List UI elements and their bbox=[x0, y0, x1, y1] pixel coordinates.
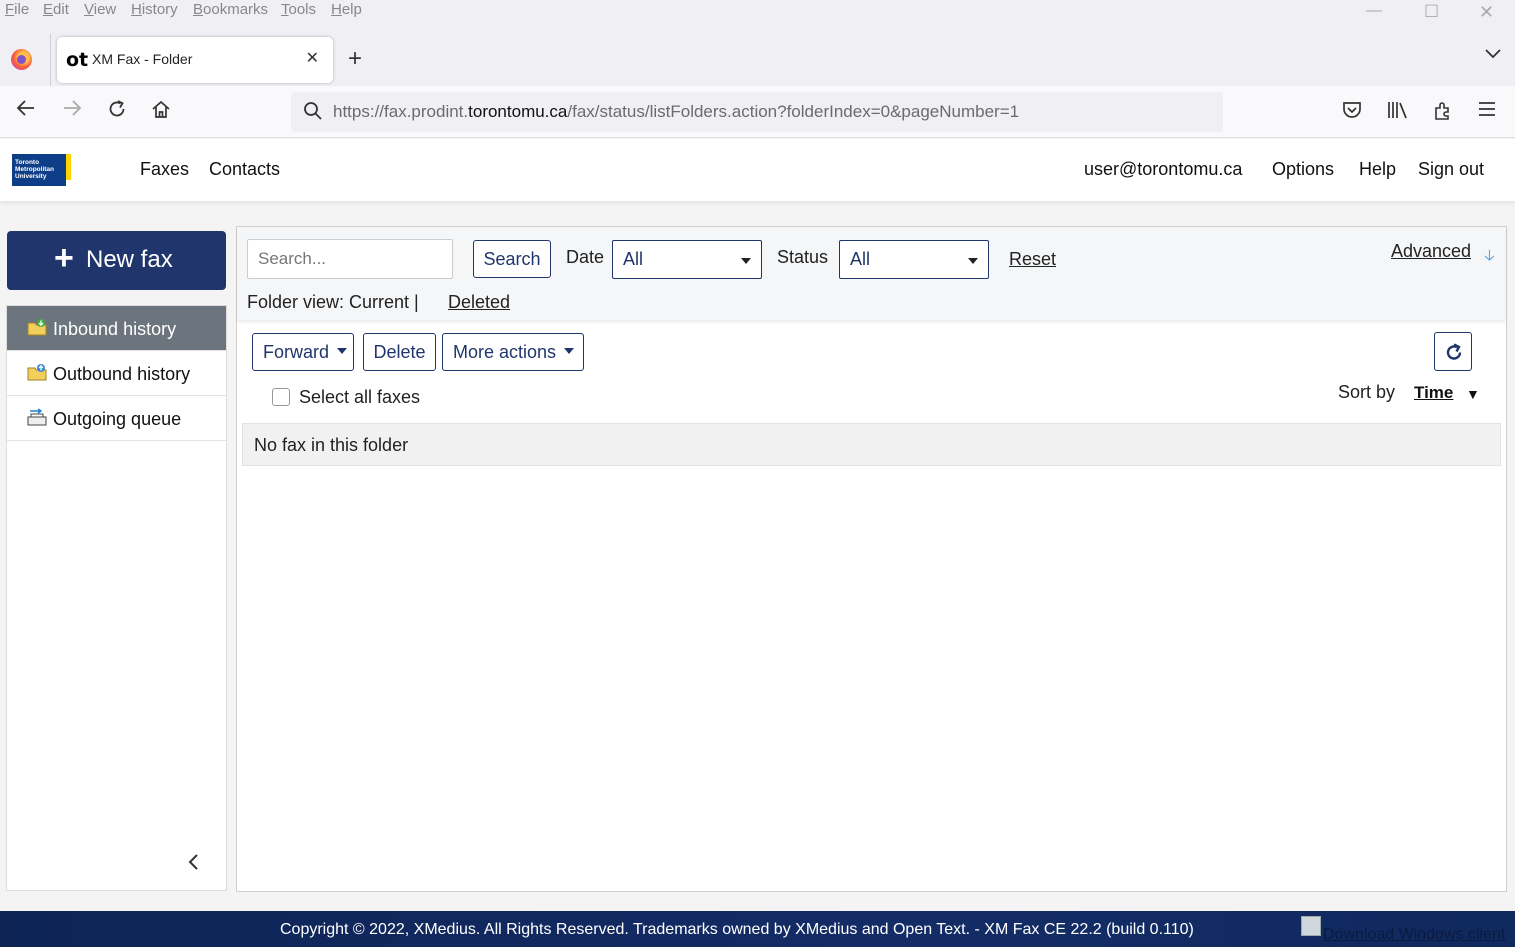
dropdown-caret-icon bbox=[968, 258, 978, 264]
tab-separator bbox=[50, 34, 51, 86]
dropdown-caret-icon bbox=[741, 258, 751, 264]
status-label: Status bbox=[777, 247, 829, 267]
close-window-icon[interactable]: ✕ bbox=[1479, 2, 1494, 23]
reset-link[interactable]: Reset bbox=[1009, 249, 1056, 270]
app-header: Toronto Metropolitan University Faxes Co… bbox=[0, 139, 1515, 201]
refresh-button[interactable] bbox=[1434, 332, 1472, 371]
firefox-icon[interactable] bbox=[11, 49, 32, 70]
footer: Copyright © 2022, XMedius. All Rights Re… bbox=[0, 911, 1515, 947]
pocket-icon[interactable] bbox=[1342, 101, 1362, 125]
menu-file[interactable]: File bbox=[5, 1, 29, 18]
copyright-text: Copyright © 2022, XMedius. All Rights Re… bbox=[280, 921, 1194, 938]
navigation-bar: https://fax.prodint.torontomu.ca/fax/sta… bbox=[0, 86, 1515, 138]
nav-faxes[interactable]: Faxes bbox=[140, 159, 189, 180]
folder-view-label: Folder view: Current | bbox=[247, 292, 419, 312]
extensions-icon[interactable] bbox=[1433, 101, 1453, 126]
tab-close-icon[interactable]: ✕ bbox=[306, 48, 319, 68]
empty-list-message: No fax in this folder bbox=[242, 423, 1501, 466]
tab-favicon-icon: ot bbox=[66, 49, 89, 71]
menu-view[interactable]: View bbox=[84, 1, 116, 18]
date-select[interactable]: All bbox=[612, 240, 762, 279]
sort-key-link[interactable]: Time bbox=[1414, 383, 1453, 403]
forward-button[interactable]: Forward bbox=[252, 333, 354, 371]
date-label: Date bbox=[566, 247, 605, 267]
more-actions-button[interactable]: More actions bbox=[442, 333, 584, 371]
menu-bookmarks[interactable]: Bookmarks bbox=[193, 1, 268, 18]
menu-history[interactable]: History bbox=[131, 1, 178, 18]
menu-bar: File Edit View History Bookmarks Tools H… bbox=[0, 0, 1515, 22]
queue-icon bbox=[27, 408, 47, 426]
dropdown-caret-icon bbox=[337, 348, 348, 355]
refresh-icon bbox=[1446, 343, 1462, 360]
advanced-link[interactable]: Advanced bbox=[1391, 241, 1471, 262]
sort-by-label: Sort by bbox=[1338, 382, 1396, 402]
folder-sidebar: Inbound history Outbound history Outgoin… bbox=[6, 305, 227, 891]
user-account-link[interactable]: user@torontomu.ca bbox=[1084, 159, 1242, 180]
active-tab[interactable]: ot XM Fax - Folder ✕ bbox=[57, 37, 333, 83]
tab-bar: ot XM Fax - Folder ✕ + bbox=[0, 22, 1515, 86]
nav-options[interactable]: Options bbox=[1272, 159, 1334, 180]
new-tab-icon[interactable]: + bbox=[348, 47, 362, 71]
folder-outbound-icon bbox=[27, 363, 47, 381]
fax-list-panel: Search Date All Status All Reset Advance… bbox=[236, 226, 1507, 892]
maximize-icon[interactable]: ☐ bbox=[1424, 2, 1439, 22]
sidebar-item-inbound-history[interactable]: Inbound history bbox=[7, 306, 226, 351]
url-text: https://fax.prodint.torontomu.ca/fax/sta… bbox=[333, 102, 1020, 121]
filter-bar: Search Date All Status All Reset Advance… bbox=[237, 227, 1506, 320]
folder-inbound-icon bbox=[27, 318, 47, 336]
library-icon[interactable] bbox=[1387, 101, 1409, 124]
url-bar[interactable]: https://fax.prodint.torontomu.ca/fax/sta… bbox=[291, 92, 1223, 132]
menu-tools[interactable]: Tools bbox=[281, 1, 316, 18]
new-fax-button[interactable]: + New fax bbox=[7, 231, 226, 290]
chevron-down-icon[interactable] bbox=[1485, 46, 1501, 64]
status-select[interactable]: All bbox=[839, 240, 989, 279]
sidebar-item-outgoing-queue[interactable]: Outgoing queue bbox=[7, 396, 226, 441]
sort-direction-icon[interactable]: ▼ bbox=[1466, 386, 1480, 402]
menu-edit[interactable]: Edit bbox=[43, 1, 69, 18]
back-icon[interactable] bbox=[16, 99, 36, 123]
search-input[interactable] bbox=[247, 239, 453, 279]
sidebar-item-outbound-history[interactable]: Outbound history bbox=[7, 351, 226, 396]
select-all-label: Select all faxes bbox=[299, 387, 421, 407]
home-icon[interactable] bbox=[151, 99, 171, 125]
plus-icon: + bbox=[54, 239, 74, 277]
university-logo[interactable]: Toronto Metropolitan University bbox=[12, 154, 71, 186]
collapse-sidebar-icon[interactable] bbox=[187, 851, 199, 877]
select-all-checkbox[interactable] bbox=[272, 388, 290, 406]
menu-help[interactable]: Help bbox=[331, 1, 362, 18]
windows-client-icon[interactable] bbox=[1301, 916, 1321, 936]
arrow-down-icon: 🡣 bbox=[1484, 247, 1495, 264]
sign-out-link[interactable]: Sign out bbox=[1418, 159, 1484, 180]
reload-icon[interactable] bbox=[107, 99, 127, 125]
search-button[interactable]: Search bbox=[473, 240, 551, 278]
new-fax-label: New fax bbox=[86, 246, 173, 273]
search-icon bbox=[303, 101, 323, 126]
nav-help[interactable]: Help bbox=[1359, 159, 1396, 180]
deleted-folder-link[interactable]: Deleted bbox=[448, 292, 510, 313]
dropdown-caret-icon bbox=[564, 348, 575, 355]
forward-icon[interactable] bbox=[62, 99, 82, 123]
tab-title: XM Fax - Folder bbox=[92, 51, 193, 67]
download-windows-client-link[interactable]: Download Windows client bbox=[1323, 926, 1505, 944]
nav-contacts[interactable]: Contacts bbox=[209, 159, 280, 180]
delete-button[interactable]: Delete bbox=[363, 333, 436, 371]
hamburger-menu-icon[interactable] bbox=[1478, 101, 1496, 122]
minimize-icon[interactable]: — bbox=[1366, 2, 1382, 20]
